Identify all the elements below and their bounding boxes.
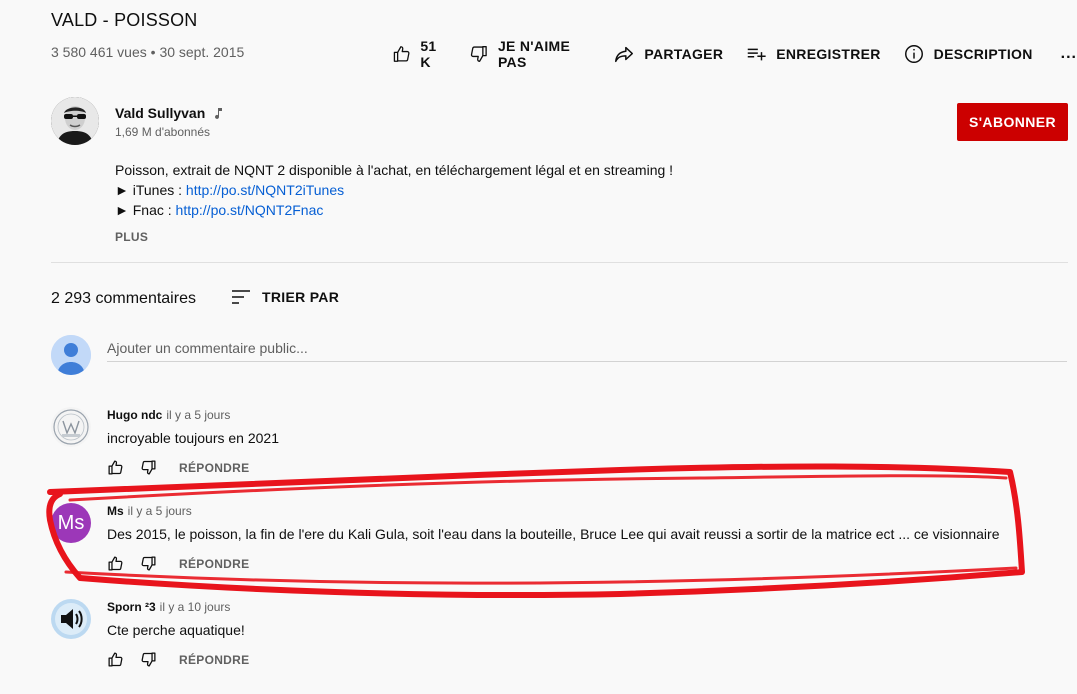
- comment-item: Ms Ms il y a 5 jours Des 2015, le poisso…: [51, 503, 1068, 593]
- more-actions-icon: ...: [1060, 45, 1077, 62]
- video-description: Poisson, extrait de NQNT 2 disponible à …: [115, 160, 673, 220]
- avatar-initials: Ms: [57, 511, 85, 534]
- playlist-add-icon: [747, 48, 766, 61]
- share-label: PARTAGER: [644, 46, 724, 62]
- comment-dislike-icon[interactable]: [140, 555, 157, 572]
- comment-author[interactable]: Hugo ndc: [107, 408, 162, 422]
- default-user-icon: [51, 335, 91, 375]
- comment-time[interactable]: il y a 5 jours: [166, 408, 230, 422]
- logo-avatar-icon: [51, 407, 91, 447]
- comment-actions: RÉPONDRE: [107, 555, 249, 572]
- sort-label: TRIER PAR: [262, 289, 340, 305]
- description-button[interactable]: DESCRIPTION: [903, 43, 1033, 65]
- comment-time[interactable]: il y a 5 jours: [128, 504, 192, 518]
- comment-header: Hugo ndc il y a 5 jours: [107, 408, 230, 422]
- save-label: ENREGISTRER: [776, 46, 881, 62]
- reply-button[interactable]: RÉPONDRE: [179, 653, 249, 667]
- comment-dislike-icon[interactable]: [140, 459, 157, 476]
- comment-avatar[interactable]: [51, 407, 91, 447]
- comment-avatar[interactable]: Ms: [51, 503, 91, 543]
- comment-like-icon[interactable]: [107, 555, 124, 572]
- comment-header: Sporn ²3 il y a 10 jours: [107, 600, 230, 614]
- view-count: 3 580 461 vues: [51, 44, 147, 60]
- comment-time[interactable]: il y a 10 jours: [160, 600, 231, 614]
- comment-item: Sporn ²3 il y a 10 jours Cte perche aqua…: [51, 599, 1068, 689]
- reply-button[interactable]: RÉPONDRE: [179, 461, 249, 475]
- sort-by-button[interactable]: TRIER PAR: [230, 286, 339, 308]
- video-title: VALD - POISSON: [51, 10, 198, 30]
- share-button[interactable]: PARTAGER: [613, 43, 723, 65]
- comment-actions: RÉPONDRE: [107, 651, 249, 668]
- comment-dislike-icon[interactable]: [140, 651, 157, 668]
- comment-text: Des 2015, le poisson, la fin de l'ere du…: [107, 526, 1000, 542]
- save-button[interactable]: ENREGISTRER: [745, 43, 880, 65]
- section-divider: [51, 262, 1068, 263]
- speaker-icon: [51, 599, 91, 639]
- comment-item: Hugo ndc il y a 5 jours incroyable toujo…: [51, 407, 1068, 497]
- channel-avatar[interactable]: [51, 97, 99, 145]
- dislike-button[interactable]: JE N'AIME PAS: [469, 38, 591, 70]
- comment-count: 2 293 commentaires: [51, 290, 196, 307]
- share-icon: [615, 46, 634, 63]
- description-line: Poisson, extrait de NQNT 2 disponible à …: [115, 162, 674, 178]
- comment-like-icon[interactable]: [107, 651, 124, 668]
- itunes-link[interactable]: http://po.st/NQNT2iTunes: [186, 182, 344, 198]
- channel-name-row[interactable]: Vald Sullyvan: [115, 105, 225, 121]
- video-meta: 3 580 461 vues • 30 sept. 2015: [51, 44, 244, 60]
- add-comment-input[interactable]: [107, 335, 1067, 362]
- reply-button[interactable]: RÉPONDRE: [179, 557, 249, 571]
- like-count: 51 K: [420, 38, 437, 70]
- comment-text: incroyable toujours en 2021: [107, 430, 280, 446]
- fnac-prefix: ► Fnac :: [115, 202, 176, 218]
- like-button[interactable]: 51 K: [392, 38, 447, 70]
- show-more-button[interactable]: PLUS: [115, 230, 148, 244]
- comment-author[interactable]: Sporn ²3: [107, 600, 156, 614]
- thumbs-down-icon: [471, 46, 488, 62]
- dislike-label: JE N'AIME PAS: [497, 38, 571, 70]
- channel-avatar-image: [51, 97, 99, 145]
- comment-actions: RÉPONDRE: [107, 459, 249, 476]
- sort-icon: [232, 290, 250, 304]
- description-itunes-line: ► iTunes : http://po.st/NQNT2iTunes: [115, 180, 673, 200]
- more-actions-button[interactable]: ...: [1061, 45, 1077, 63]
- thumbs-up-icon: [393, 46, 410, 62]
- action-bar: 51 K JE N'AIME PAS PARTAGER ENREGISTRER …: [392, 38, 1077, 70]
- channel-name: Vald Sullyvan: [115, 105, 206, 121]
- comment-author[interactable]: Ms: [107, 504, 124, 518]
- user-avatar: [51, 335, 91, 375]
- comment-header: Ms il y a 5 jours: [107, 504, 192, 518]
- description-label: DESCRIPTION: [933, 46, 1033, 62]
- music-note-icon: [215, 108, 223, 119]
- fnac-link[interactable]: http://po.st/NQNT2Fnac: [176, 202, 324, 218]
- subscriber-count: 1,69 M d'abonnés: [115, 125, 211, 139]
- comment-like-icon[interactable]: [107, 459, 124, 476]
- itunes-prefix: ► iTunes :: [115, 182, 186, 198]
- comment-avatar[interactable]: [51, 599, 91, 639]
- subscribe-button[interactable]: S'ABONNER: [957, 103, 1068, 141]
- upload-date: 30 sept. 2015: [159, 44, 245, 60]
- description-fnac-line: ► Fnac : http://po.st/NQNT2Fnac: [115, 200, 673, 220]
- info-icon: [904, 45, 923, 63]
- comment-text: Cte perche aquatique!: [107, 622, 245, 638]
- meta-separator: •: [150, 44, 156, 60]
